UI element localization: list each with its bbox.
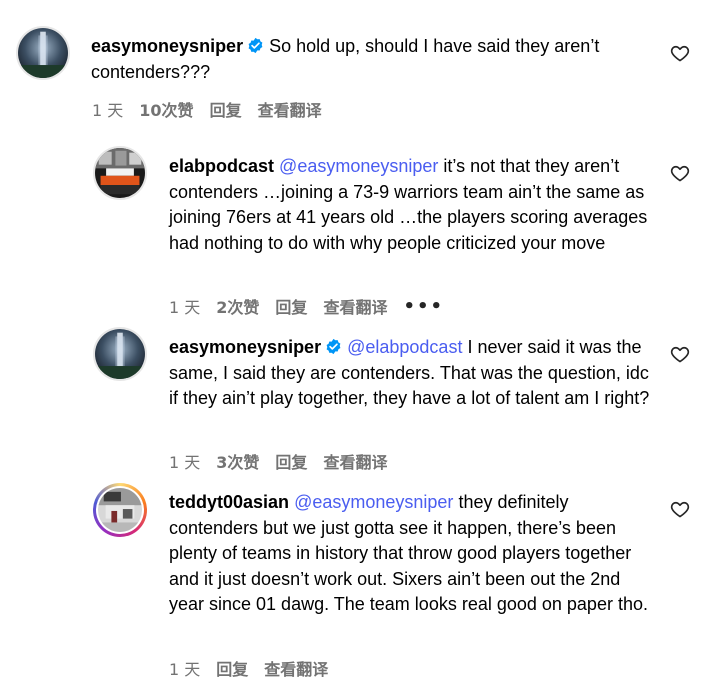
verified-badge-icon xyxy=(325,337,342,355)
translate-button[interactable]: 查看翻译 xyxy=(323,294,387,318)
comment-time[interactable]: 1 天 xyxy=(169,656,200,680)
like-heart-icon[interactable] xyxy=(670,344,690,364)
reply-button[interactable]: 回复 xyxy=(216,656,248,680)
comment-meta: 1 天 2次赞 回复 查看翻译 ••• xyxy=(169,294,444,318)
translate-button[interactable]: 查看翻译 xyxy=(323,449,387,473)
like-heart-icon[interactable] xyxy=(670,163,690,183)
comment-body: easymoneysniper So hold up, should I hav… xyxy=(91,34,651,85)
mention-link[interactable]: @easymoneysniper xyxy=(279,156,438,176)
avatar[interactable] xyxy=(93,483,147,537)
podcast-avatar-image xyxy=(95,148,145,198)
reply-button[interactable]: 回复 xyxy=(210,97,242,121)
waterfall-avatar-image xyxy=(95,329,145,379)
comment-time[interactable]: 1 天 xyxy=(169,294,200,318)
comment-time[interactable]: 1 天 xyxy=(169,449,200,473)
comment-username[interactable]: elabpodcast xyxy=(169,156,274,176)
avatar[interactable] xyxy=(93,327,147,381)
comment-username[interactable]: easymoneysniper xyxy=(169,337,321,357)
reply-button[interactable]: 回复 xyxy=(275,294,307,318)
verified-badge-icon xyxy=(247,36,264,54)
likes-count[interactable]: 3次赞 xyxy=(216,449,259,473)
comment-meta: 1 天 3次赞 回复 查看翻译 xyxy=(169,449,387,473)
comment-time[interactable]: 1 天 xyxy=(92,97,123,121)
mention-link[interactable]: @elabpodcast xyxy=(347,337,462,357)
like-heart-icon[interactable] xyxy=(670,499,690,519)
translate-button[interactable]: 查看翻译 xyxy=(258,97,322,121)
likes-count[interactable]: 2次赞 xyxy=(216,294,259,318)
avatar[interactable] xyxy=(16,26,70,80)
mention-link[interactable]: @easymoneysniper xyxy=(294,492,453,512)
likes-count[interactable]: 10次赞 xyxy=(139,97,193,121)
comment-username[interactable]: teddyt00asian xyxy=(169,492,289,512)
waterfall-avatar-image xyxy=(18,28,68,78)
comment-username[interactable]: easymoneysniper xyxy=(91,36,243,56)
like-heart-icon[interactable] xyxy=(670,43,690,63)
comment-body: teddyt00asian @easymoneysniper they defi… xyxy=(169,490,654,618)
reply-button[interactable]: 回复 xyxy=(275,449,307,473)
avatar[interactable] xyxy=(93,146,147,200)
comment-meta: 1 天 10次赞 回复 查看翻译 xyxy=(92,97,322,121)
comment-meta: 1 天 回复 查看翻译 xyxy=(169,656,328,680)
translate-button[interactable]: 查看翻译 xyxy=(264,656,328,680)
comment-body: easymoneysniper @elabpodcast I never sai… xyxy=(169,335,654,412)
more-options-icon[interactable]: ••• xyxy=(403,296,444,317)
street-avatar-image xyxy=(98,488,142,532)
comment-body: elabpodcast @easymoneysniper it’s not th… xyxy=(169,154,649,256)
